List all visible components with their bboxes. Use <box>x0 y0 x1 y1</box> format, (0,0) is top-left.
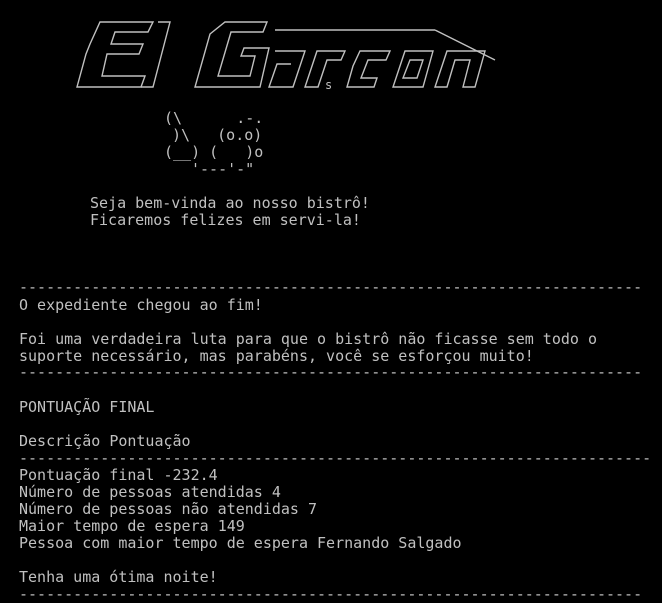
struggle-message-line-1: Foi uma verdadeira luta para que o bistr… <box>19 330 597 348</box>
table-row: Pessoa com maior tempo de espera Fernand… <box>19 535 639 552</box>
separator: ----------------------------------------… <box>19 363 643 381</box>
table-row: Número de pessoas não atendidas 7 <box>19 501 639 518</box>
goodbye-message: Tenha uma ótima noite! <box>19 568 218 586</box>
header-score: Pontuação <box>109 432 191 450</box>
svg-text:s: s <box>325 78 332 92</box>
table-row: Número de pessoas atendidas 4 <box>19 484 639 501</box>
table-row: Maior tempo de espera 149 <box>19 518 639 535</box>
el-garcon-logo: s <box>76 21 496 92</box>
row-value: Fernando Salgado <box>317 534 462 552</box>
separator: ----------------------------------------… <box>19 449 652 467</box>
row-value: 4 <box>271 483 281 501</box>
score-table-header: Descrição Pontuação <box>19 433 639 450</box>
score-heading: PONTUAÇÃO FINAL <box>19 398 155 416</box>
row-value: -232.4 <box>163 466 218 484</box>
row-description: Maior tempo de espera <box>19 517 209 535</box>
end-shift-message: O expediente chegou ao fim! <box>19 296 263 314</box>
welcome-line-1: Seja bem-vinda ao nosso bistrô! <box>90 194 370 212</box>
terminal-console: s (\ .-. )\ (o.o) (__) ( )o '---'-" Seja… <box>0 0 662 603</box>
row-value: 7 <box>308 500 318 518</box>
separator: ----------------------------------------… <box>19 585 643 603</box>
ascii-logo: s <box>19 0 505 117</box>
table-row: Pontuação final -232.4 <box>19 467 639 484</box>
separator: ----------------------------------------… <box>19 278 643 296</box>
row-description: Pontuação final <box>19 466 155 484</box>
row-description: Número de pessoas não atendidas <box>19 500 299 518</box>
header-description: Descrição <box>19 432 101 450</box>
welcome-line-2: Ficaremos felizes em servi-la! <box>90 211 361 229</box>
row-description: Número de pessoas atendidas <box>19 483 263 501</box>
row-value: 149 <box>217 517 245 535</box>
row-description: Pessoa com maior tempo de espera <box>19 534 308 552</box>
ascii-cat-art: (\ .-. )\ (o.o) (__) ( )o '---'-" <box>164 109 264 178</box>
